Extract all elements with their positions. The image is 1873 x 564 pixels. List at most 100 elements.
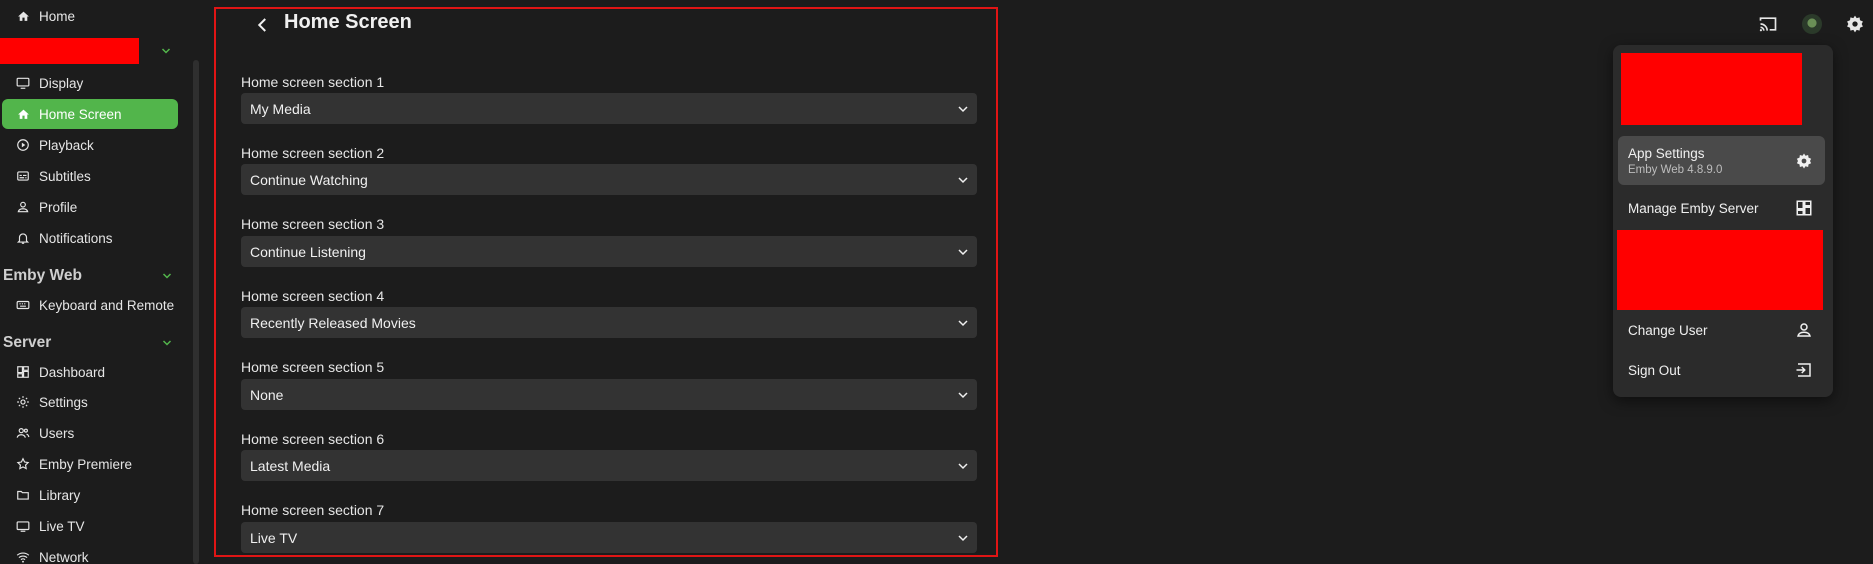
sidebar-item-dashboard[interactable]: Dashboard — [2, 357, 178, 387]
sidebar-item-label: Network — [39, 549, 89, 564]
menu-item-label: App Settings — [1628, 145, 1705, 161]
sidebar-item-profile[interactable]: Profile — [2, 192, 178, 222]
chevron-down-icon — [957, 460, 969, 472]
section-5-select[interactable]: None — [241, 379, 977, 410]
menu-item-label: Sign Out — [1628, 362, 1681, 378]
section-2-select[interactable]: Continue Watching — [241, 164, 977, 195]
chevron-left-icon — [254, 16, 272, 34]
sidebar-item-label: Library — [39, 487, 81, 503]
sidebar-scrollbar[interactable] — [193, 60, 199, 564]
user-menu: App Settings Emby Web 4.8.9.0 Manage Emb… — [1613, 45, 1833, 397]
settings-button[interactable] — [1843, 12, 1867, 36]
chevron-down-icon — [957, 174, 969, 186]
users-icon — [15, 425, 31, 441]
sidebar-item-label: Emby Premiere — [39, 456, 133, 472]
redacted-user-name — [0, 38, 139, 64]
select-value: None — [250, 386, 284, 403]
profile-icon — [1795, 321, 1813, 339]
display-icon — [15, 75, 31, 91]
select-value: Recently Released Movies — [250, 314, 416, 331]
sidebar-item-label: Home Screen — [39, 106, 122, 122]
app-version: Emby Web 4.8.9.0 — [1628, 163, 1723, 176]
playback-icon — [15, 137, 31, 153]
redacted-menu-items — [1617, 230, 1823, 310]
section-3-select[interactable]: Continue Listening — [241, 236, 977, 267]
section-heading-label: Emby Web — [3, 267, 82, 284]
select-value: Live TV — [250, 529, 298, 546]
select-value: Continue Watching — [250, 171, 368, 188]
home-icon — [15, 8, 31, 24]
gear-icon — [1845, 14, 1865, 34]
sign-out-item[interactable]: Sign Out — [1618, 351, 1825, 389]
sidebar-item-keyboard-and-remote[interactable]: Keyboard and Remote — [2, 290, 178, 320]
dashboard-icon — [15, 364, 31, 380]
cast-icon — [1758, 14, 1778, 34]
chevron-down-icon — [957, 389, 969, 401]
section-4-label: Home screen section 4 — [241, 288, 385, 304]
select-value: My Media — [250, 100, 311, 117]
sidebar-item-users[interactable]: Users — [2, 418, 178, 448]
menu-item-label: Manage Emby Server — [1628, 200, 1759, 216]
sidebar-item-library[interactable]: Library — [2, 480, 178, 510]
sidebar-item-live-tv[interactable]: Live TV — [2, 511, 178, 541]
section-6-label: Home screen section 6 — [241, 431, 385, 447]
sidebar-item-settings[interactable]: Settings — [2, 387, 178, 417]
select-value: Continue Listening — [250, 243, 366, 260]
gear-icon — [15, 394, 31, 410]
star-icon — [15, 456, 31, 472]
app-settings-item[interactable]: App Settings Emby Web 4.8.9.0 — [1618, 136, 1825, 185]
section-heading-label: Server — [3, 334, 52, 351]
sidebar-item-label: Playback — [39, 137, 94, 153]
sidebar-item-label: Home — [39, 8, 76, 24]
sidebar-item-label: Settings — [39, 394, 88, 410]
section-6-select[interactable]: Latest Media — [241, 450, 977, 481]
chevron-down-icon — [957, 532, 969, 544]
section-1-label: Home screen section 1 — [241, 74, 385, 90]
home-icon — [15, 106, 31, 122]
sidebar-item-home[interactable]: Home — [2, 1, 178, 31]
section-heading-emby-web[interactable]: Emby Web — [3, 262, 179, 290]
change-user-item[interactable]: Change User — [1618, 311, 1825, 349]
section-1-select[interactable]: My Media — [241, 93, 977, 124]
cast-button[interactable] — [1756, 12, 1780, 36]
sidebar-item-label: Users — [39, 425, 75, 441]
avatar — [1802, 14, 1822, 34]
sidebar-item-playback[interactable]: Playback — [2, 130, 178, 160]
sidebar-item-display[interactable]: Display — [2, 68, 178, 98]
gear-icon — [1795, 152, 1813, 170]
menu-item-label: Change User — [1628, 322, 1708, 338]
dashboard-icon — [1795, 199, 1813, 217]
section-4-select[interactable]: Recently Released Movies — [241, 307, 977, 338]
bell-icon — [15, 230, 31, 246]
subtitles-icon — [15, 168, 31, 184]
back-button[interactable] — [250, 12, 276, 38]
redacted-user-info — [1621, 53, 1802, 125]
sidebar-item-network[interactable]: Network — [2, 542, 178, 564]
tv-icon — [15, 518, 31, 534]
sidebar-item-label: Keyboard and Remote — [39, 297, 175, 313]
chevron-down-icon — [957, 317, 969, 329]
sign-out-icon — [1795, 361, 1813, 379]
sidebar-item-label: Live TV — [39, 518, 85, 534]
chevron-down-icon — [957, 103, 969, 115]
section-heading-server[interactable]: Server — [3, 329, 179, 357]
sidebar-item-label: Dashboard — [39, 364, 106, 380]
section-7-label: Home screen section 7 — [241, 502, 385, 518]
chevron-down-icon — [161, 270, 173, 282]
profile-icon — [15, 199, 31, 215]
sidebar-item-notifications[interactable]: Notifications — [2, 223, 178, 253]
sidebar-item-label: Subtitles — [39, 168, 91, 184]
sidebar-item-emby-premiere[interactable]: Emby Premiere — [2, 449, 178, 479]
section-3-label: Home screen section 3 — [241, 216, 385, 232]
chevron-down-icon[interactable] — [160, 45, 172, 57]
section-5-label: Home screen section 5 — [241, 359, 385, 375]
wifi-icon — [15, 549, 31, 564]
sidebar-item-label: Notifications — [39, 230, 113, 246]
sidebar-item-home-screen[interactable]: Home Screen — [2, 99, 178, 129]
user-avatar-button[interactable] — [1800, 12, 1824, 36]
page-title: Home Screen — [284, 11, 412, 33]
section-7-select[interactable]: Live TV — [241, 522, 977, 553]
manage-emby-server-item[interactable]: Manage Emby Server — [1618, 189, 1825, 227]
sidebar-item-subtitles[interactable]: Subtitles — [2, 161, 178, 191]
section-2-label: Home screen section 2 — [241, 145, 385, 161]
